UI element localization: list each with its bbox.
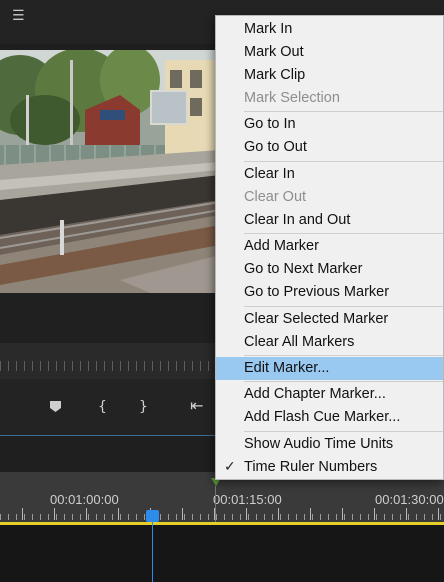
menu-item-go-to-next-marker[interactable]: Go to Next Marker	[216, 258, 443, 281]
menu-item-label: Go to In	[244, 116, 296, 132]
menu-item-label: Clear Selected Marker	[244, 311, 389, 327]
menu-item-clear-selected-marker[interactable]: Clear Selected Marker	[216, 308, 443, 331]
add-marker-icon[interactable]	[49, 400, 62, 413]
menu-item-label: Go to Next Marker	[244, 261, 363, 277]
menu-item-label: Mark Clip	[244, 67, 306, 83]
mark-out-icon[interactable]: }	[139, 400, 148, 414]
timecode-label: 00:01:15:00	[213, 492, 282, 507]
checkmark-icon: ✓	[224, 459, 236, 475]
menu-item-label: Mark Out	[244, 44, 304, 60]
menu-separator	[244, 161, 443, 162]
timeline-tracks[interactable]	[0, 525, 444, 582]
menu-item-clear-out: Clear Out	[216, 186, 443, 209]
menu-item-label: Clear In	[244, 166, 295, 182]
video-preview	[0, 50, 220, 293]
menu-item-clear-in[interactable]: Clear In	[216, 163, 443, 186]
menu-item-add-chapter-marker[interactable]: Add Chapter Marker...	[216, 383, 443, 406]
menu-item-label: Add Chapter Marker...	[244, 386, 386, 402]
menu-item-mark-clip[interactable]: Mark Clip	[216, 64, 443, 87]
menu-item-label: Edit Marker...	[244, 360, 330, 376]
menu-item-label: Clear All Markers	[244, 334, 355, 350]
menu-item-label: Go to Out	[244, 139, 307, 155]
playhead-handle[interactable]	[146, 510, 159, 522]
menu-item-add-marker[interactable]: Add Marker	[216, 235, 443, 258]
menu-item-label: Clear In and Out	[244, 212, 351, 228]
menu-item-label: Time Ruler Numbers	[244, 459, 378, 475]
playhead-line	[152, 516, 153, 582]
context-menu: Mark In Mark Out Mark Clip Mark Selectio…	[215, 15, 444, 480]
menu-item-add-flash-cue-marker[interactable]: Add Flash Cue Marker...	[216, 406, 443, 429]
menu-separator	[244, 355, 443, 356]
marker-guide-line	[215, 486, 216, 522]
menu-item-label: Add Flash Cue Marker...	[244, 409, 401, 425]
video-frame-image	[0, 50, 220, 293]
menu-item-mark-out[interactable]: Mark Out	[216, 41, 443, 64]
go-to-in-icon[interactable]: ⇤	[190, 398, 203, 414]
menu-item-mark-selection: Mark Selection	[216, 87, 443, 110]
menu-separator	[244, 233, 443, 234]
menu-separator	[244, 111, 443, 112]
menu-item-clear-all-markers[interactable]: Clear All Markers	[216, 331, 443, 354]
menu-item-label: Mark Selection	[244, 90, 340, 106]
menu-separator	[244, 431, 443, 432]
menu-item-label: Add Marker	[244, 238, 319, 254]
menu-separator	[244, 381, 443, 382]
menu-item-go-to-previous-marker[interactable]: Go to Previous Marker	[216, 281, 443, 304]
mark-in-icon[interactable]: {	[98, 400, 107, 414]
menu-item-edit-marker[interactable]: Edit Marker...	[216, 357, 443, 380]
menu-separator	[244, 306, 443, 307]
menu-item-mark-in[interactable]: Mark In	[216, 18, 443, 41]
hamburger-icon[interactable]: ☰	[12, 8, 25, 24]
menu-item-label: Clear Out	[244, 189, 307, 205]
menu-item-label: Go to Previous Marker	[244, 284, 390, 300]
menu-item-go-to-in[interactable]: Go to In	[216, 113, 443, 136]
menu-item-label: Mark In	[244, 21, 293, 37]
menu-item-clear-in-and-out[interactable]: Clear In and Out	[216, 209, 443, 232]
timecode-label: 00:01:00:00	[50, 492, 119, 507]
timecode-label: 00:01:30:00	[375, 492, 444, 507]
menu-item-show-audio-time-units[interactable]: Show Audio Time Units	[216, 433, 443, 456]
menu-item-label: Show Audio Time Units	[244, 436, 394, 452]
menu-item-go-to-out[interactable]: Go to Out	[216, 136, 443, 159]
menu-item-time-ruler-numbers[interactable]: ✓ Time Ruler Numbers	[216, 456, 443, 479]
